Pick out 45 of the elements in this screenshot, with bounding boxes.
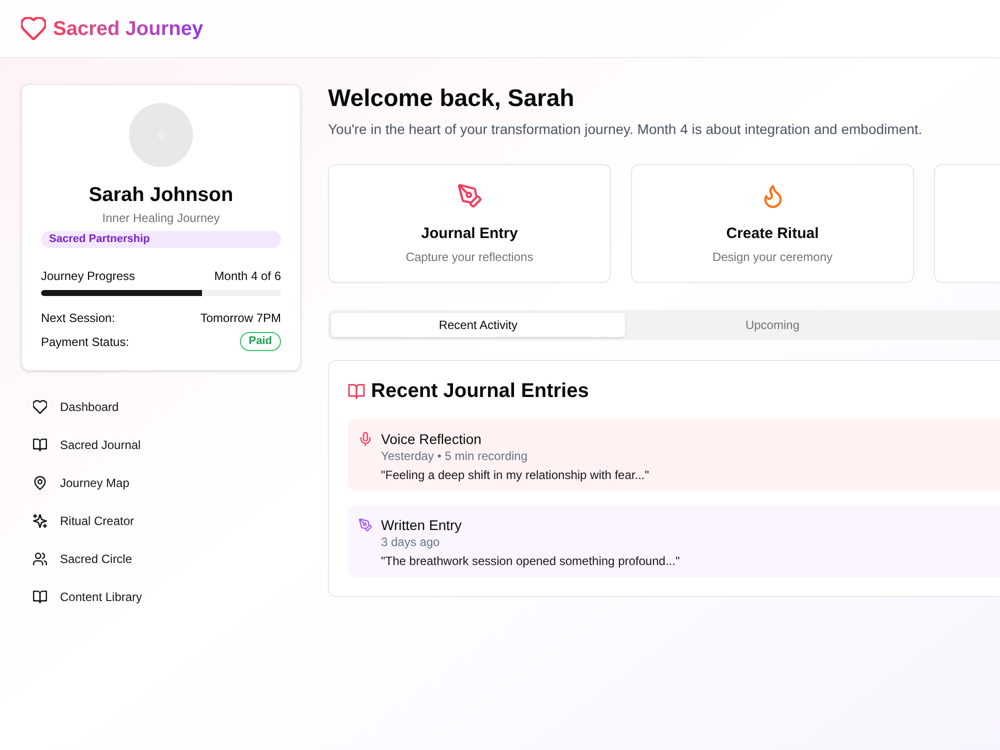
users-icon <box>33 552 47 566</box>
heart-logo-icon <box>21 17 46 40</box>
book-icon <box>33 590 47 604</box>
action-card[interactable]: Create Ritual Design your ceremony <box>631 164 914 283</box>
journey-type: Inner Healing Journey <box>102 210 220 227</box>
entry-excerpt: "Feeling a deep shift in my relationship with fear..." <box>381 467 649 484</box>
action-title: Journal Entry <box>421 224 518 244</box>
nav-item[interactable]: Ritual Creator <box>21 502 301 540</box>
partnership-badge: Sacred Partnership <box>41 231 281 248</box>
map-pin-icon <box>33 476 47 490</box>
journal-entry[interactable]: Written Entry 3 days ago "The breathwork session opened something profound..." <box>348 505 1000 577</box>
entry-meta: 3 days ago <box>381 534 441 551</box>
journal-entry[interactable]: Voice Reflection Yesterday • 5 min recording "Feeling a deep shift in my relationship with fear..." <box>348 419 1000 491</box>
action-description: Capture your reflections <box>406 249 534 266</box>
detail-label: Next Session: <box>41 310 116 327</box>
pen-nib-icon <box>359 518 372 532</box>
section-heading: Recent Journal Entries <box>371 379 589 404</box>
nav-item[interactable]: Sacred Circle <box>21 540 301 578</box>
nav-item[interactable]: Dashboard <box>21 388 301 426</box>
sparkles-icon <box>33 514 47 528</box>
heart-icon <box>33 400 47 414</box>
progress-label: Journey Progress <box>41 268 136 285</box>
detail-value: Tomorrow 7PM <box>200 310 281 327</box>
status-badge: Paid <box>240 332 281 351</box>
book-icon <box>348 384 365 398</box>
entry-title: Written Entry <box>381 516 463 534</box>
book-icon <box>33 438 47 452</box>
nav-item[interactable]: Journey Map <box>21 464 301 502</box>
entry-title: Voice Reflection <box>381 430 482 448</box>
welcome-heading: Welcome back, Sarah <box>328 84 576 114</box>
tab[interactable]: Upcoming <box>625 313 920 337</box>
progress-value: Month 4 of 6 <box>214 268 281 285</box>
nav-item[interactable]: Sacred Journal <box>21 426 301 464</box>
nav-item[interactable]: Content Library <box>21 578 301 616</box>
action-description: Design your ceremony <box>712 249 833 266</box>
entry-excerpt: "The breathwork session opened something profound..." <box>381 553 680 570</box>
profile-name: Sarah Johnson <box>88 183 234 208</box>
tab[interactable]: Recent Activity <box>331 313 626 337</box>
welcome-message: You're in the heart of your transformation journey. Month 4 is about integration and embodiment. <box>328 120 924 139</box>
detail-label: Payment Status: <box>41 334 130 350</box>
action-title: Create Ritual <box>726 224 819 244</box>
microphone-icon <box>359 432 372 446</box>
pen-nib-icon <box>458 184 482 208</box>
action-card[interactable]: Journal Entry Capture your reflections <box>328 164 611 283</box>
entry-meta: Yesterday • 5 min recording <box>381 448 529 465</box>
